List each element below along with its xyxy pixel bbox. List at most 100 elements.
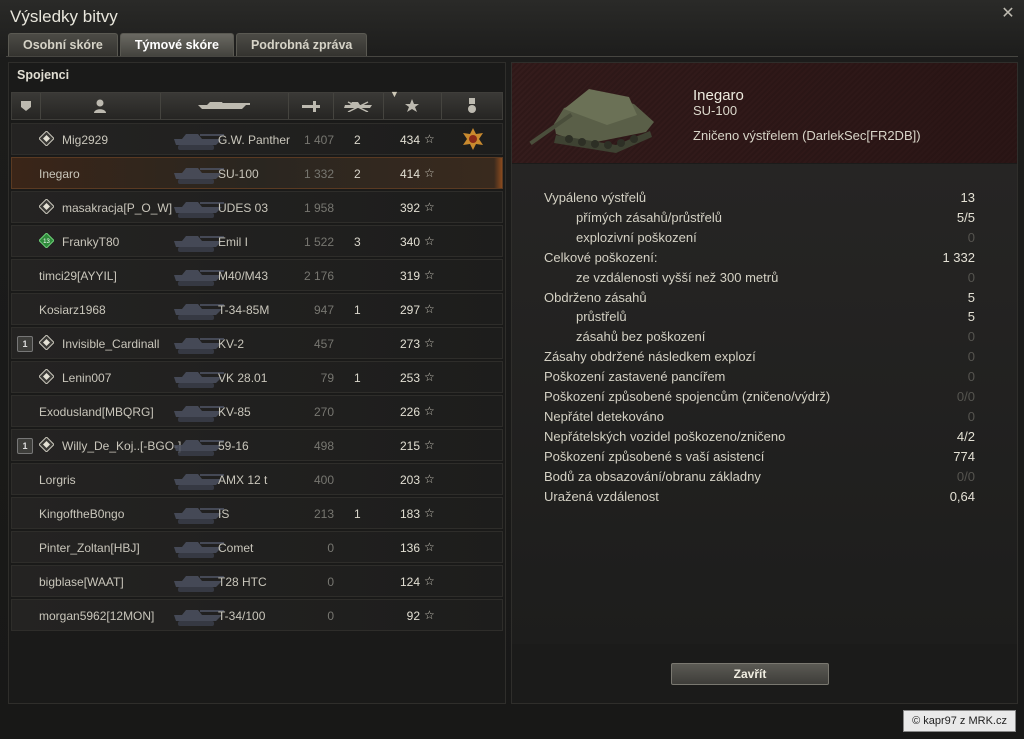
table-row[interactable]: 1 Invisible_Cardinall KV-2 457 273 ☆ xyxy=(11,327,503,359)
window-title: Výsledky bitvy xyxy=(10,7,118,26)
player-name: Exodusland[MBQRG] xyxy=(39,405,154,419)
table-row[interactable]: Lorgris AMX 12 t 400 203 ☆ xyxy=(11,463,503,495)
star-icon: ☆ xyxy=(424,608,435,622)
tank-icon[interactable] xyxy=(160,93,289,119)
table-row[interactable]: Exodusland[MBQRG] KV-85 270 226 ☆ xyxy=(11,395,503,427)
close-button[interactable]: Zavřít xyxy=(671,663,829,685)
player-name: Pinter_Zoltan[HBJ] xyxy=(39,541,140,555)
player-name: Invisible_Cardinall xyxy=(62,337,160,351)
divider xyxy=(6,56,1018,57)
platoon-icon: 1 xyxy=(17,336,33,352)
battle-results-window: Výsledky bitvy ✕ Osobní skóre Týmové skó… xyxy=(0,0,1024,739)
table-row[interactable]: Lenin007 VK 28.01 79 1 253 ☆ xyxy=(11,361,503,393)
damage-value: 270 xyxy=(313,405,334,419)
kills-icon[interactable] xyxy=(333,93,384,119)
xp-value: 414 xyxy=(399,167,420,181)
tab-bar: Osobní skóre Týmové skóre Podrobná zpráv… xyxy=(8,33,368,56)
stat-label: Nepřátel detekováno xyxy=(544,408,664,424)
stat-row: zásahů bez poškození 0 xyxy=(544,329,975,347)
detail-panel: Inegaro SU-100 Zničeno výstřelem (Darlek… xyxy=(511,62,1018,704)
kills-value: 1 xyxy=(354,303,361,317)
damage-value: 498 xyxy=(313,439,334,453)
stat-value: 0,64 xyxy=(949,488,975,504)
stat-row: Obdrženo zásahů 5 xyxy=(544,290,975,308)
star-icon: ☆ xyxy=(424,574,435,588)
close-icon[interactable]: ✕ xyxy=(1000,6,1016,22)
player-icon[interactable] xyxy=(40,93,161,119)
stat-label: Vypáleno výstřelů xyxy=(544,190,647,205)
table-row[interactable]: KingoftheB0ngo IS 213 1 183 ☆ xyxy=(11,497,503,529)
stat-row: přímých zásahů/průstřelů 5/5 xyxy=(544,210,975,228)
xp-value: 297 xyxy=(399,303,420,317)
table-row[interactable]: Pinter_Zoltan[HBJ] Comet 0 136 ☆ xyxy=(11,531,503,563)
tank-name: T-34-85M xyxy=(218,303,270,317)
star-icon: ☆ xyxy=(424,540,435,554)
stat-label: Obdrženo zásahů xyxy=(544,289,647,305)
xp-value: 226 xyxy=(399,405,420,419)
rank-diamond-icon xyxy=(39,199,54,214)
xp-value: 215 xyxy=(399,439,420,453)
star-icon: ☆ xyxy=(424,234,435,248)
rank-diamond-icon xyxy=(39,437,54,452)
table-row[interactable]: bigblase[WAAT] T28 HTC 0 124 ☆ xyxy=(11,565,503,597)
table-row[interactable]: 1 Willy_De_Koj..[-BGO-] 59-16 498 215 ☆ xyxy=(11,429,503,461)
player-name: Inegaro xyxy=(39,167,80,181)
player-name: Mig2929 xyxy=(62,133,109,147)
xp-value: 92 xyxy=(406,609,420,623)
kills-value: 3 xyxy=(354,235,361,249)
table-row[interactable]: Mig2929 G.W. Panther 1 407 2 434 ☆ xyxy=(11,123,503,155)
damage-value: 1 958 xyxy=(303,201,334,215)
stat-value: 5 xyxy=(967,309,975,325)
player-name: bigblase[WAAT] xyxy=(39,575,124,589)
table-row[interactable]: masakracja[P_O_W] UDES 03 1 958 392 ☆ xyxy=(11,191,503,223)
damage-icon[interactable] xyxy=(288,93,334,119)
xp-value: 273 xyxy=(399,337,420,351)
tab-personal-score[interactable]: Osobní skóre xyxy=(8,33,118,56)
table-row[interactable]: timci29[AYYIL] M40/M43 2 176 319 ☆ xyxy=(11,259,503,291)
kills-value: 2 xyxy=(354,133,361,147)
squad-icon[interactable] xyxy=(12,93,41,119)
rank-diamond-icon xyxy=(39,131,54,146)
stat-label: Nepřátelských vozidel poškozeno/zničeno xyxy=(544,428,786,444)
stat-value: 774 xyxy=(953,448,975,464)
xp-value: 434 xyxy=(399,133,420,147)
table-row[interactable]: morgan5962[12MON] T-34/100 0 92 ☆ xyxy=(11,599,503,631)
table-row[interactable]: 13 FrankyT80 Emil I 1 522 3 340 ☆ xyxy=(11,225,503,257)
rank-green-icon: 13 xyxy=(39,233,54,248)
stat-label: Poškození způsobené spojencům (zničeno/v… xyxy=(544,389,831,404)
stat-label: Uražená vzdálenost xyxy=(544,488,659,504)
stat-label: Zásahy obdržené následkem explozí xyxy=(544,349,756,365)
player-name: Lenin007 xyxy=(62,371,112,385)
tank-name: KV-85 xyxy=(218,405,251,419)
stat-label: přímých zásahů/průstřelů xyxy=(576,209,722,225)
xp-value: 319 xyxy=(399,269,420,283)
tab-team-score[interactable]: Týmové skóre xyxy=(119,33,234,56)
medal-icon[interactable] xyxy=(441,93,503,119)
stat-label: Celkové poškození: xyxy=(544,249,658,265)
medal-badge-icon[interactable] xyxy=(462,128,484,150)
detail-tank-name: SU-100 xyxy=(693,103,738,118)
tank-name: G.W. Panther xyxy=(218,133,291,147)
xp-value: 203 xyxy=(399,473,420,487)
star-icon: ☆ xyxy=(424,370,435,384)
star-icon: ☆ xyxy=(424,166,435,180)
stat-row: Bodů za obsazování/obranu základny 0/0 xyxy=(544,469,975,487)
tab-detailed-report[interactable]: Podrobná zpráva xyxy=(235,33,368,56)
stat-value: 0/0 xyxy=(956,468,975,484)
platoon-icon: 1 xyxy=(17,438,33,454)
table-row[interactable]: Kosiarz1968 T-34-85M 947 1 297 ☆ xyxy=(11,293,503,325)
player-name: masakracja[P_O_W] xyxy=(62,201,173,215)
damage-value: 213 xyxy=(313,507,334,521)
damage-value: 947 xyxy=(313,303,334,317)
xp-value: 392 xyxy=(399,201,420,215)
table-row[interactable]: Inegaro SU-100 1 332 2 414 ☆ xyxy=(11,157,503,189)
tank-portrait xyxy=(529,89,654,153)
tank-name: UDES 03 xyxy=(218,201,269,215)
team-title: Spojenci xyxy=(17,68,70,82)
detail-player-name: Inegaro xyxy=(693,87,744,104)
rank-diamond-icon xyxy=(39,335,54,350)
star-icon: ☆ xyxy=(424,132,435,146)
stat-label: Bodů za obsazování/obranu základny xyxy=(544,468,761,484)
star-icon: ☆ xyxy=(424,404,435,418)
tank-name: 59-16 xyxy=(218,439,249,453)
